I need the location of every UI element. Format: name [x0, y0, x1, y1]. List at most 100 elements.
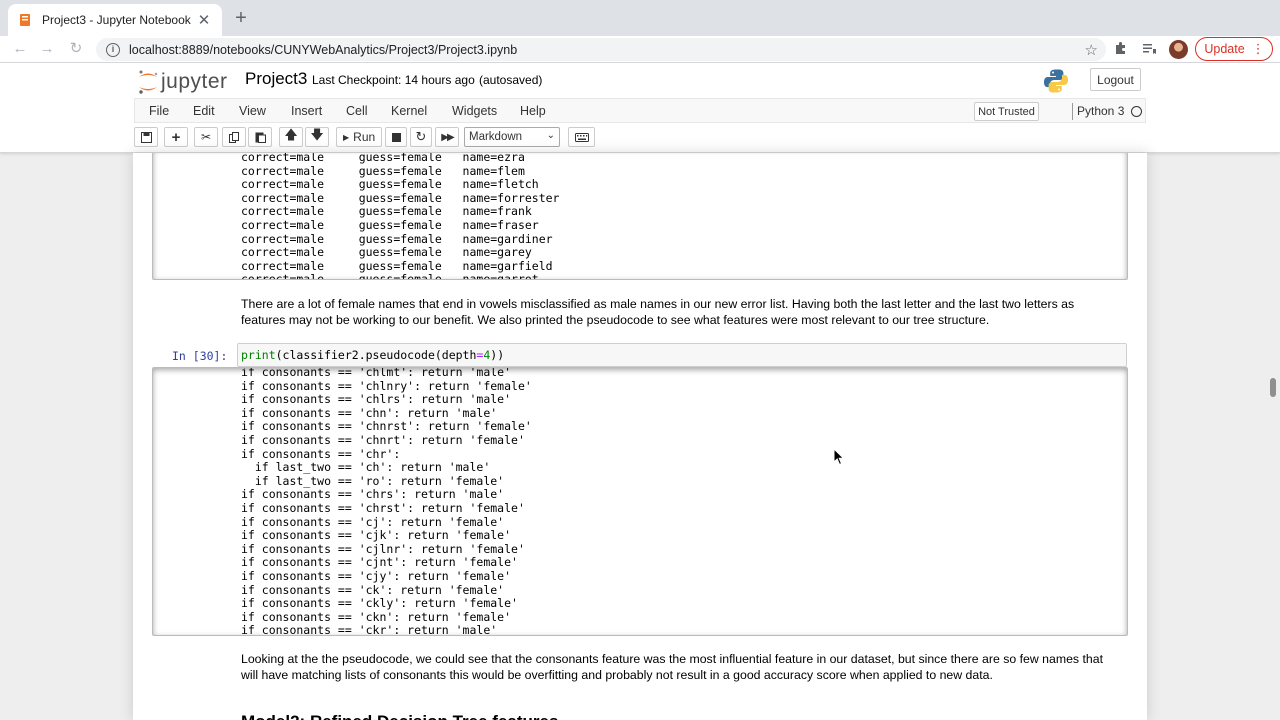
pseudocode-line: if consonants == 'ck': return 'female'	[241, 582, 505, 597]
update-label: Update	[1204, 42, 1245, 56]
pseudocode-line: if consonants == 'chlmt': return 'male'	[241, 367, 512, 379]
pseudocode-line: if consonants == 'chn': return 'male'	[241, 405, 498, 420]
run-button[interactable]: ▶ Run	[336, 127, 383, 147]
bookmark-star-icon[interactable]: ☆	[1085, 41, 1098, 59]
markdown-heading[interactable]: Model2: Refined Decision Tree features	[241, 712, 558, 720]
new-tab-icon[interactable]: +	[230, 8, 252, 30]
copy-icon[interactable]	[222, 127, 246, 147]
error-list-output: correct=male guess=female name=ezra corre…	[241, 153, 560, 280]
menu-edit[interactable]: Edit	[193, 104, 215, 118]
jupyter-logo[interactable]: jupyter	[137, 68, 228, 96]
code-line: print(classifier2.pseudocode(depth=4))	[241, 348, 505, 363]
output-line: correct=male guess=female name=frank	[241, 204, 532, 219]
tab-title: Project3 - Jupyter Notebook	[42, 13, 191, 27]
paste-icon[interactable]	[248, 127, 272, 147]
keyboard-shortcuts-icon[interactable]	[568, 127, 595, 147]
autosave-status: (autosaved)	[479, 73, 543, 87]
run-label: Run	[353, 130, 376, 144]
pseudocode-line: if consonants == 'ckn': return 'female'	[241, 609, 512, 624]
markdown-paragraph[interactable]: There are a lot of female names that end…	[241, 296, 1121, 328]
close-tab-icon[interactable]: ✕	[196, 11, 212, 29]
code-cell-input[interactable]: print(classifier2.pseudocode(depth=4))	[237, 343, 1127, 367]
interrupt-stop-icon[interactable]	[385, 127, 407, 147]
forward-icon[interactable]: →	[37, 39, 57, 59]
menu-bar: File Edit View Insert Cell Kernel Widget…	[134, 98, 1146, 123]
menu-view[interactable]: View	[239, 104, 266, 118]
output-line: correct=male guess=female name=gardiner	[241, 231, 553, 246]
input-prompt: In [30]:	[172, 349, 228, 363]
move-up-arrow-icon[interactable]: 🡅	[279, 127, 303, 147]
output-line: correct=male guess=female name=fletch	[241, 177, 539, 192]
menu-kernel[interactable]: Kernel	[391, 104, 427, 118]
extensions-puzzle-icon[interactable]	[1112, 41, 1130, 59]
site-info-icon[interactable]: i	[106, 42, 120, 57]
jupyter-logo-icon	[139, 70, 158, 94]
browser-tab[interactable]: Project3 - Jupyter Notebook ✕	[8, 4, 222, 36]
notebook-container: correct=male guess=female name=ezra corre…	[133, 153, 1147, 720]
output-line: correct=male guess=female name=garrot	[241, 272, 539, 280]
kernel-idle-indicator-icon	[1131, 106, 1142, 117]
cell-type-value: Markdown	[469, 131, 523, 143]
cell-type-select[interactable]: Markdown ⌄	[464, 127, 560, 147]
pseudocode-line: if consonants == 'chrs': return 'male'	[241, 487, 505, 502]
restart-run-all-icon[interactable]: ▶▶	[435, 127, 459, 147]
kernel-separator	[1072, 103, 1073, 120]
jupyter-header: jupyter Project3 Last Checkpoint: 14 hou…	[0, 63, 1280, 153]
pseudocode-line: if consonants == 'ckly': return 'female'	[241, 596, 518, 611]
menu-help[interactable]: Help	[520, 104, 546, 118]
address-bar[interactable]: i localhost:8889/notebooks/CUNYWebAnalyt…	[96, 38, 1106, 61]
menu-file[interactable]: File	[149, 104, 169, 118]
chevron-down-icon: ⌄	[546, 130, 555, 141]
trust-status-button[interactable]: Not Trusted	[974, 102, 1039, 121]
back-icon[interactable]: ←	[10, 39, 30, 59]
update-button[interactable]: Update ⋮	[1195, 37, 1273, 61]
pseudocode-line: if last_two == 'ro': return 'female'	[241, 473, 505, 488]
menu-widgets[interactable]: Widgets	[452, 104, 497, 118]
move-down-arrow-icon[interactable]: 🡇	[305, 127, 329, 147]
output-line: correct=male guess=female name=fraser	[241, 217, 539, 232]
pseudocode-line: if consonants == 'cj': return 'female'	[241, 514, 505, 529]
checkpoint-status: Last Checkpoint: 14 hours ago	[312, 73, 475, 87]
notebook-favicon-icon	[18, 13, 32, 27]
pseudocode-line: if consonants == 'chrst': return 'female…	[241, 500, 525, 515]
page-scrollbar-thumb[interactable]	[1270, 378, 1276, 397]
mouse-cursor-icon	[833, 448, 845, 466]
jupyter-logo-text: jupyter	[161, 70, 228, 93]
notebook-toolbar: + ✂ 🡅 🡇 ▶ Run ↻ ▶▶ Markdown ⌄	[134, 125, 1146, 149]
notebook-name[interactable]: Project3	[245, 69, 307, 89]
code-close: ))	[490, 348, 505, 362]
code-func: print	[241, 348, 276, 362]
pseudocode-line: if consonants == 'chnrt': return 'female…	[241, 432, 525, 447]
menu-cell[interactable]: Cell	[346, 104, 368, 118]
output-line: correct=male guess=female name=garey	[241, 245, 532, 260]
pseudocode-line: if consonants == 'chnrst': return 'femal…	[241, 419, 532, 434]
kernel-name[interactable]: Python 3	[1077, 104, 1124, 118]
more-menu-icon: ⋮	[1251, 41, 1265, 56]
reload-icon[interactable]: ↻	[66, 39, 86, 59]
python-logo-icon	[1043, 68, 1069, 94]
menu-insert[interactable]: Insert	[291, 104, 322, 118]
pseudocode-line: if consonants == 'chr':	[241, 446, 401, 461]
pseudocode-line: if consonants == 'ckr': return 'male'	[241, 623, 498, 636]
output-area-errors[interactable]: correct=male guess=female name=ezra corre…	[152, 153, 1128, 280]
browser-toolbar: ← → ↻ i localhost:8889/notebooks/CUNYWeb…	[0, 36, 1280, 63]
markdown-paragraph-2[interactable]: Looking at the the pseudocode, we could …	[241, 651, 1121, 683]
pseudocode-line: if consonants == 'cjy': return 'female'	[241, 568, 512, 583]
profile-avatar[interactable]	[1169, 40, 1188, 59]
cut-scissors-icon[interactable]: ✂	[194, 127, 218, 147]
logout-button[interactable]: Logout	[1090, 68, 1141, 91]
save-icon[interactable]	[134, 127, 158, 147]
output-line: correct=male guess=female name=ezra	[241, 153, 525, 164]
pseudocode-line: if consonants == 'cjnt': return 'female'	[241, 555, 518, 570]
pseudocode-line: if consonants == 'cjk': return 'female'	[241, 528, 512, 543]
code-args: (classifier2.pseudocode(depth	[275, 348, 477, 362]
pseudocode-output: if consonants == 'chlmt': return 'male' i…	[241, 367, 532, 636]
output-line: correct=male guess=female name=flem	[241, 163, 525, 178]
run-play-icon: ▶	[343, 132, 350, 142]
reading-list-icon[interactable]	[1140, 41, 1158, 59]
insert-cell-plus-icon[interactable]: +	[164, 127, 188, 147]
output-area-pseudocode[interactable]: if consonants == 'chlmt': return 'male' i…	[152, 367, 1128, 636]
browser-tabstrip: Project3 - Jupyter Notebook ✕ +	[0, 0, 1280, 36]
pseudocode-line: if last_two == 'ch': return 'male'	[241, 460, 491, 475]
restart-icon[interactable]: ↻	[410, 127, 432, 147]
